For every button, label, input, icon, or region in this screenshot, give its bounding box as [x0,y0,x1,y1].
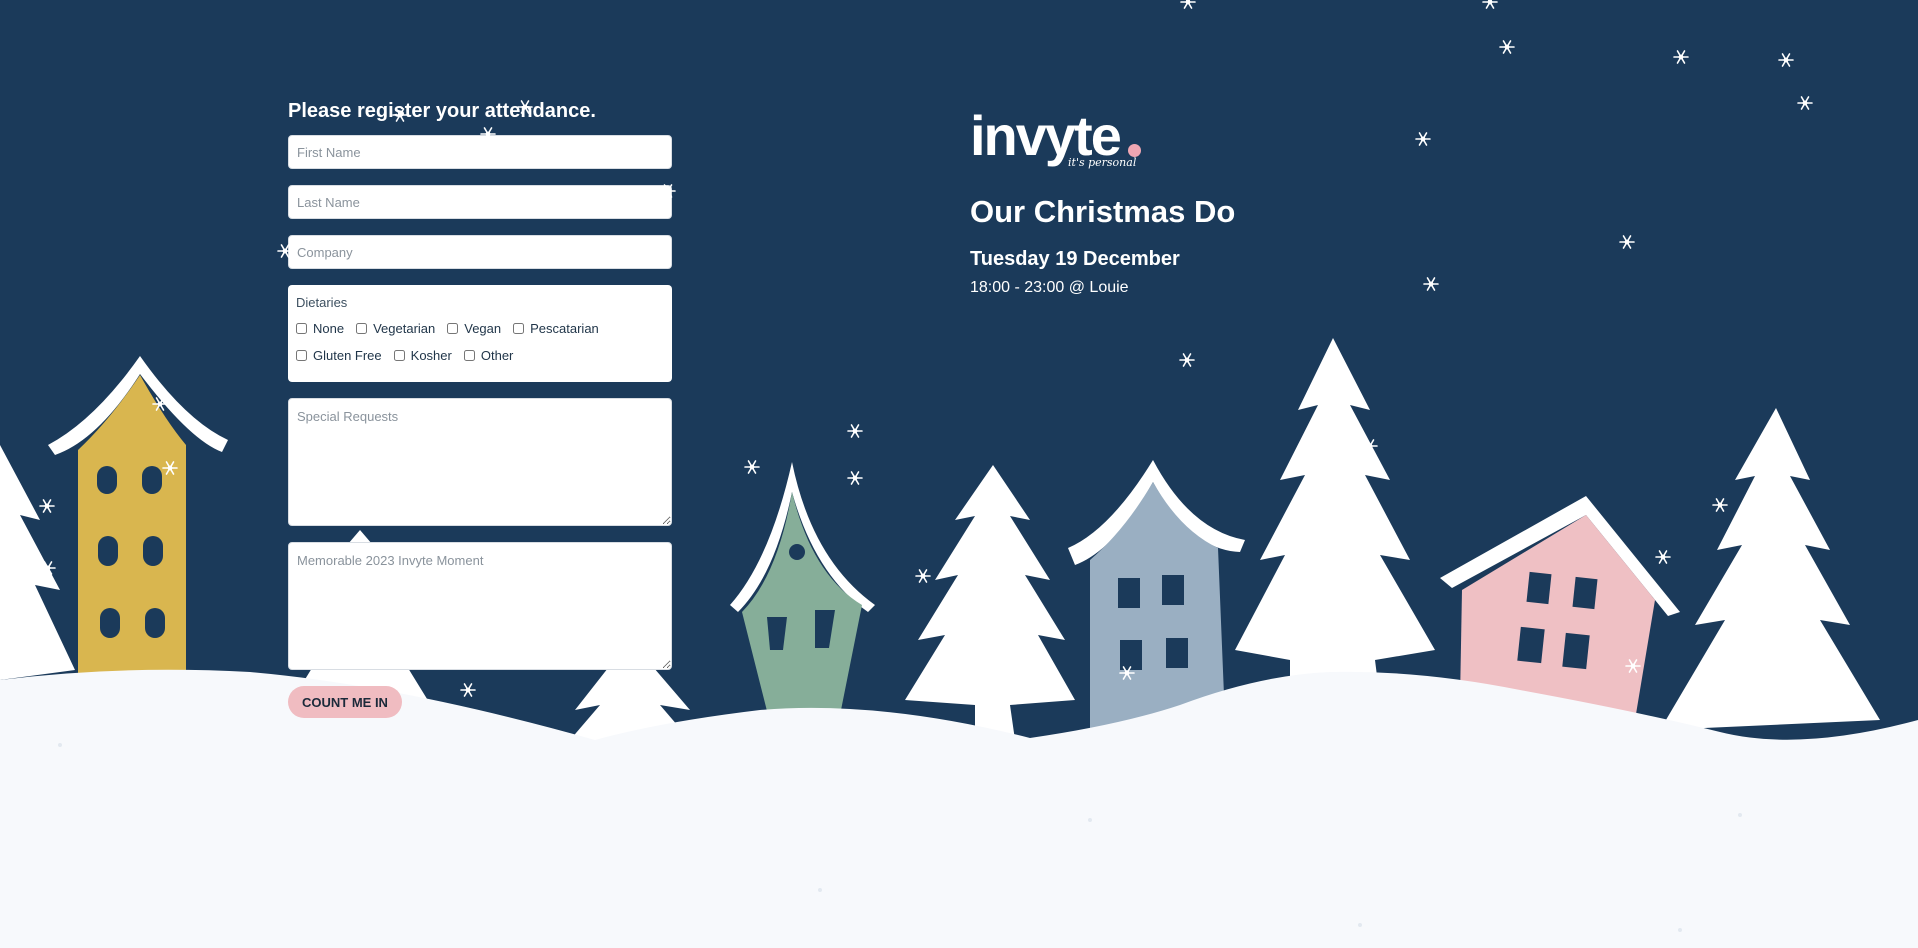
event-time-venue: 18:00 - 23:00 @ Louie [970,279,1129,296]
tree-left-edge [0,445,75,680]
diet-option-gluten-free[interactable]: Gluten Free [296,348,382,363]
diet-option-pescatarian[interactable]: Pescatarian [513,321,599,336]
pine-tree-1 [905,465,1075,740]
diet-option-label: Gluten Free [313,347,382,363]
dietaries-row-1: None Vegetarian Vegan Pescatarian [296,319,664,337]
diet-pescatarian-checkbox[interactable] [513,322,525,334]
diet-option-vegan[interactable]: Vegan [447,321,501,336]
diet-option-other[interactable]: Other [463,347,514,363]
diet-none-checkbox[interactable] [296,322,307,334]
event-date: Tuesday 19 December [970,248,1180,270]
registration-form: Please register your attendance. Dietari… [288,100,672,718]
diet-option-kosher[interactable]: Kosher [393,347,452,363]
first-name-input[interactable] [288,135,672,169]
invyte-logo: invyte it's personal [970,108,1170,174]
diet-option-vegetarian[interactable]: Vegetarian [356,321,435,336]
dietaries-group: Dietaries None Vegetarian Vegan Pescatar… [288,285,672,382]
special-requests-textarea[interactable] [288,398,672,526]
diet-option-label: Vegetarian [373,320,436,336]
diet-vegetarian-checkbox[interactable] [356,322,368,334]
dietaries-label: Dietaries [296,295,348,310]
diet-option-label: Kosher [410,347,452,363]
diet-gluten-free-checkbox[interactable] [296,349,307,361]
diet-option-label: None [313,320,345,336]
diet-option-label: Vegan [464,320,502,336]
pine-tree-3 [1660,408,1880,730]
count-me-in-button[interactable]: COUNT ME IN [288,686,402,718]
form-heading: Please register your attendance. [288,100,596,122]
memorable-moment-textarea[interactable] [288,542,672,670]
diet-option-none[interactable]: None [296,321,344,336]
diet-option-label: Other [480,347,514,363]
diet-other-checkbox[interactable] [463,349,475,361]
yellow-house [48,356,228,680]
company-input[interactable] [288,235,672,269]
diet-vegan-checkbox[interactable] [447,322,459,334]
pine-tree-2 [1235,338,1435,700]
diet-option-label: Pescatarian [530,320,599,336]
logo-tagline: it's personal [1068,156,1137,169]
event-title: Our Christmas Do [970,194,1236,229]
event-details: invyte it's personal Our Christmas Do Tu… [970,108,1235,297]
green-house [730,462,875,715]
diet-kosher-checkbox[interactable] [393,349,405,361]
last-name-input[interactable] [288,185,672,219]
dietaries-row-2: Gluten Free Kosher Other [296,346,664,364]
